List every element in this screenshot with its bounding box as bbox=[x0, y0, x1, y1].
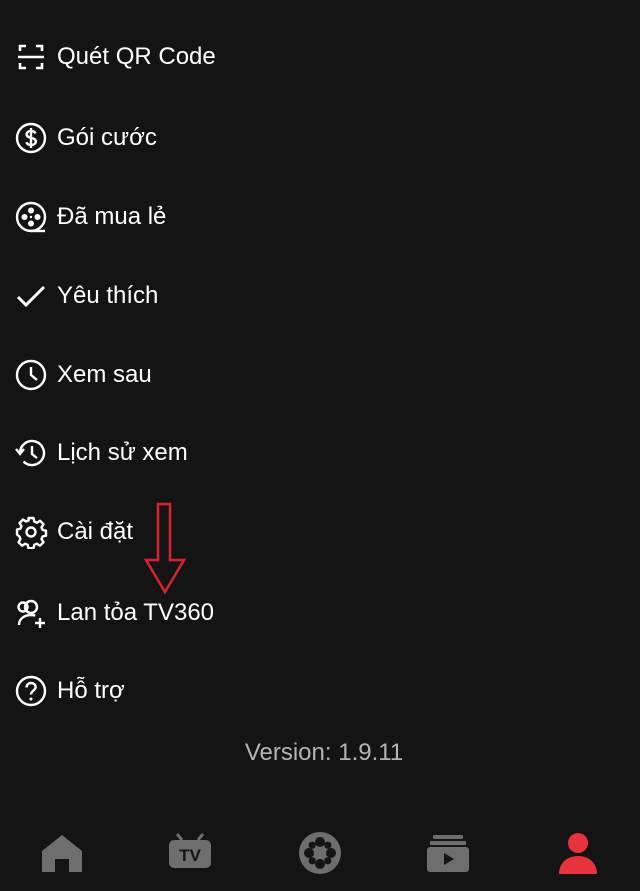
share-user-icon bbox=[14, 596, 48, 630]
nav-library[interactable] bbox=[420, 828, 476, 878]
bottom-navigation: TV bbox=[0, 810, 640, 891]
annotation-down-arrow bbox=[143, 502, 187, 595]
menu-item-label: Lan tỏa TV360 bbox=[57, 599, 215, 626]
history-icon bbox=[14, 436, 48, 470]
menu-item-settings[interactable]: Cài đặt bbox=[0, 502, 640, 562]
nav-movies[interactable] bbox=[292, 828, 348, 878]
nav-home[interactable] bbox=[34, 828, 90, 878]
help-circle-icon bbox=[14, 674, 48, 708]
menu-item-label: Lịch sử xem bbox=[57, 439, 188, 466]
menu-item-qr-code[interactable]: Quét QR Code bbox=[0, 27, 640, 87]
clock-icon bbox=[14, 358, 48, 392]
profile-icon bbox=[559, 833, 597, 874]
menu-item-packages[interactable]: Gói cước bbox=[0, 108, 640, 168]
checkmark-icon bbox=[14, 279, 48, 313]
film-reel-icon bbox=[299, 832, 341, 874]
menu-item-label: Xem sau bbox=[57, 361, 152, 388]
qr-scan-icon bbox=[14, 40, 48, 74]
menu-item-purchased[interactable]: Đã mua lẻ bbox=[0, 187, 640, 247]
menu-item-share-tv360[interactable]: Lan tỏa TV360 bbox=[0, 583, 640, 643]
menu-item-support[interactable]: Hỗ trợ bbox=[0, 661, 640, 721]
film-reel-icon bbox=[14, 200, 48, 234]
nav-tv[interactable]: TV bbox=[162, 828, 218, 878]
version-label: Version: 1.9.11 bbox=[244, 739, 404, 766]
nav-profile[interactable] bbox=[550, 828, 606, 878]
menu-item-watch-history[interactable]: Lịch sử xem bbox=[0, 423, 640, 483]
gear-icon bbox=[14, 515, 48, 549]
menu-item-label: Gói cước bbox=[57, 124, 157, 151]
menu-item-label: Yêu thích bbox=[57, 282, 159, 309]
dollar-circle-icon bbox=[14, 121, 48, 155]
menu-item-label: Quét QR Code bbox=[57, 43, 216, 70]
tv-icon: TV bbox=[169, 833, 211, 868]
svg-text:TV: TV bbox=[179, 846, 201, 865]
library-icon bbox=[427, 835, 469, 872]
menu-item-watch-later[interactable]: Xem sau bbox=[0, 345, 640, 405]
menu-item-label: Cài đặt bbox=[57, 518, 134, 545]
menu-item-label: Đã mua lẻ bbox=[57, 203, 167, 230]
menu-item-favorites[interactable]: Yêu thích bbox=[0, 266, 640, 326]
home-icon bbox=[42, 835, 82, 872]
menu-item-label: Hỗ trợ bbox=[57, 677, 125, 704]
